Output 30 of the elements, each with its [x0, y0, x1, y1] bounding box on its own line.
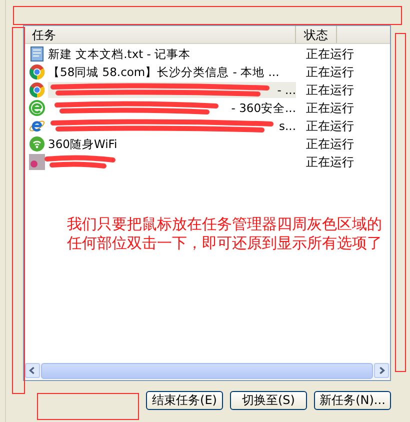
- scroll-right-icon[interactable]: [374, 363, 389, 378]
- task-name[interactable]: s...: [279, 119, 296, 133]
- task-status: 正在运行: [305, 64, 354, 80]
- redaction-scribble: [44, 155, 116, 169]
- task-name[interactable]: - ...: [277, 83, 296, 97]
- wifi-icon: [29, 136, 45, 152]
- task-status: 正在运行: [305, 82, 354, 98]
- task-name[interactable]: 新建 文本文档.txt - 记事本: [48, 47, 191, 61]
- browser-icon: [29, 100, 45, 116]
- column-header[interactable]: 任务: [24, 26, 296, 43]
- action-button[interactable]: 新任务(N)...: [314, 391, 391, 410]
- scroll-left-icon[interactable]: [25, 363, 40, 378]
- notepad-icon: [29, 46, 45, 62]
- task-status: 正在运行: [305, 136, 354, 152]
- column-header[interactable]: 状态: [296, 26, 337, 43]
- annotation-text: 我们只要把鼠标放在任务管理器四周灰色区域的任何部位双击一下，即可还原到显示所有选项了: [67, 215, 383, 253]
- task-status: 正在运行: [305, 118, 354, 134]
- app-icon: [29, 154, 45, 170]
- task-status: 正在运行: [305, 100, 354, 116]
- task-name[interactable]: 360随身WiFi: [48, 137, 118, 151]
- task-status: 正在运行: [305, 154, 354, 170]
- chrome-icon: [29, 82, 45, 98]
- action-button[interactable]: 切换至(S): [230, 391, 307, 410]
- action-button[interactable]: 结束任务(E): [146, 391, 223, 410]
- task-status: 正在运行: [305, 46, 354, 62]
- task-name[interactable]: - 360安全...: [231, 101, 296, 115]
- horizontal-scrollbar[interactable]: [24, 363, 390, 379]
- chrome-icon: [29, 64, 45, 80]
- browser-icon: [29, 118, 45, 134]
- task-name[interactable]: 【58同城 58.com】长沙分类信息 - 本地 ...: [48, 65, 280, 79]
